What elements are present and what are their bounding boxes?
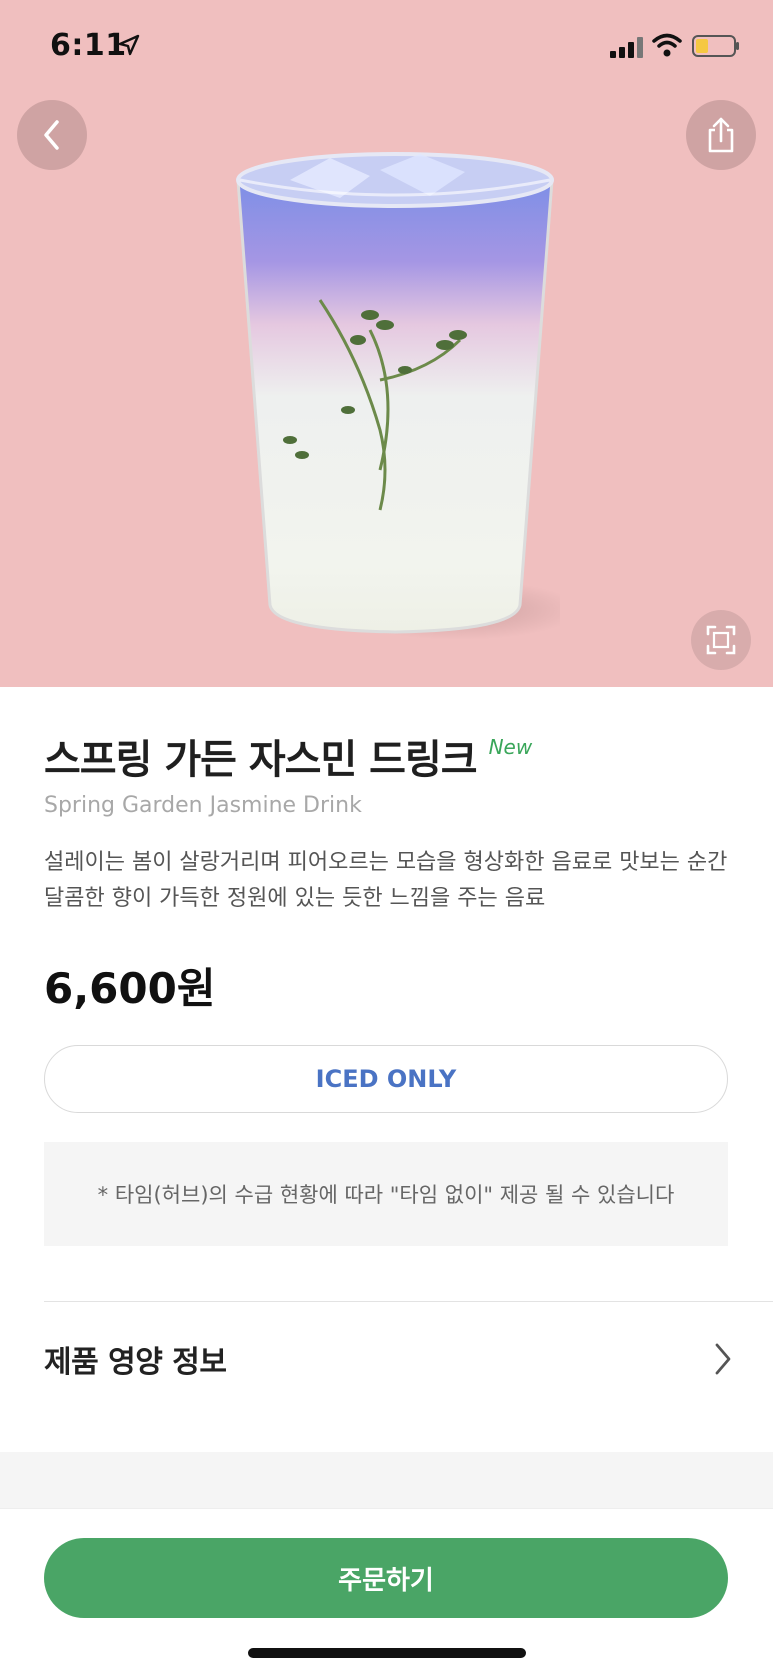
nutrition-info-label: 제품 영양 정보 xyxy=(44,1345,227,1380)
wifi-icon xyxy=(652,33,682,57)
product-hero-image: 6:11 xyxy=(0,0,773,687)
product-name-ko: 스프링 가든 자스민 드링크 xyxy=(44,737,478,783)
product-price: 6,600원 xyxy=(44,964,216,1013)
new-badge: New xyxy=(488,735,533,759)
cellular-signal-icon xyxy=(610,37,643,58)
order-button[interactable]: 주문하기 xyxy=(44,1538,728,1618)
status-time: 6:11 xyxy=(50,28,127,63)
section-spacer xyxy=(0,1452,773,1508)
fullscreen-icon xyxy=(706,625,736,655)
product-description: 설레이는 봄이 살랑거리며 피어오르는 모습을 형상화한 음료로 맛보는 순간 … xyxy=(44,850,728,911)
location-arrow-icon xyxy=(118,34,140,56)
share-icon xyxy=(708,117,734,153)
nutrition-info-row[interactable]: 제품 영양 정보 xyxy=(44,1318,734,1400)
status-bar: 6:11 xyxy=(0,0,773,90)
product-name-en: Spring Garden Jasmine Drink xyxy=(44,793,362,818)
fullscreen-button[interactable] xyxy=(691,610,751,670)
thyme-notice: * 타임(허브)의 수급 현황에 따라 "타임 없이" 제공 될 수 있습니다 xyxy=(44,1142,728,1246)
product-title-row: 스프링 가든 자스민 드링크 New xyxy=(44,727,532,785)
chevron-left-icon xyxy=(44,120,59,150)
temperature-option: ICED ONLY xyxy=(44,1045,728,1113)
divider xyxy=(44,1301,773,1302)
battery-icon xyxy=(692,35,739,57)
drink-image xyxy=(236,152,560,640)
chevron-right-icon xyxy=(715,1343,731,1375)
share-button[interactable] xyxy=(686,100,756,170)
back-button[interactable] xyxy=(17,100,87,170)
home-indicator xyxy=(248,1648,526,1658)
